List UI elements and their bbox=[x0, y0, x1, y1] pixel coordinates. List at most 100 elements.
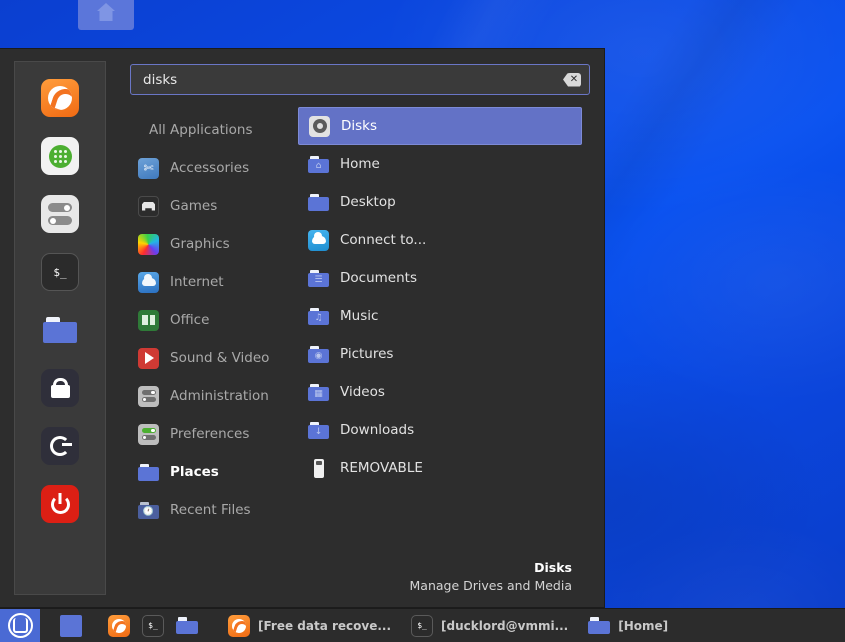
category-sound-and-video[interactable]: Sound & Video bbox=[130, 339, 298, 377]
pictures-folder-icon: ◉ bbox=[308, 344, 329, 365]
search-box[interactable]: ✕ bbox=[130, 64, 590, 95]
result-item-music[interactable]: ♫ Music bbox=[298, 297, 582, 335]
category-games[interactable]: Games bbox=[130, 187, 298, 225]
result-label: Downloads bbox=[340, 422, 415, 438]
launcher-firefox[interactable] bbox=[102, 609, 136, 642]
results-list: Disks ⌂ Home Desktop Connect to... ☰ Doc… bbox=[298, 105, 590, 560]
document-icon bbox=[138, 309, 159, 331]
folder-glyph bbox=[78, 0, 134, 30]
favorite-firefox[interactable] bbox=[38, 76, 82, 120]
terminal-icon: $_ bbox=[142, 614, 164, 637]
category-accessories[interactable]: ✄ Accessories bbox=[130, 149, 298, 187]
toggles-gray-icon bbox=[138, 385, 159, 407]
apps-grid-icon bbox=[41, 137, 79, 175]
window-button-files[interactable]: [Home] bbox=[578, 609, 678, 642]
result-item-removable[interactable]: REMOVABLE bbox=[298, 449, 582, 487]
space-invader-icon bbox=[138, 195, 159, 217]
desktop-folder-icon bbox=[308, 192, 329, 213]
color-wheel-icon bbox=[138, 233, 159, 255]
favorite-software-manager[interactable] bbox=[38, 134, 82, 178]
window-button-label: [Home] bbox=[618, 618, 669, 633]
category-office[interactable]: Office bbox=[130, 301, 298, 339]
favorite-files[interactable] bbox=[38, 308, 82, 352]
category-label: Accessories bbox=[170, 160, 250, 176]
window-button-terminal[interactable]: $_ [ducklord@vmmi... bbox=[401, 609, 578, 642]
result-item-pictures[interactable]: ◉ Pictures bbox=[298, 335, 582, 373]
favorite-system-settings[interactable] bbox=[38, 192, 82, 236]
category-preferences[interactable]: Preferences bbox=[130, 415, 298, 453]
favorite-terminal[interactable]: $_ bbox=[38, 250, 82, 294]
status-subtitle: Manage Drives and Media bbox=[409, 578, 572, 593]
scissors-icon: ✄ bbox=[138, 157, 159, 179]
result-item-downloads[interactable]: ↓ Downloads bbox=[298, 411, 582, 449]
favorite-logout[interactable] bbox=[38, 424, 82, 468]
menu-button[interactable] bbox=[0, 608, 40, 642]
category-graphics[interactable]: Graphics bbox=[130, 225, 298, 263]
home-folder-desktop-icon[interactable] bbox=[78, 0, 134, 38]
category-places[interactable]: Places bbox=[130, 453, 298, 491]
result-label: Disks bbox=[341, 118, 378, 134]
result-item-connect-to[interactable]: Connect to... bbox=[298, 221, 582, 259]
result-item-home[interactable]: ⌂ Home bbox=[298, 145, 582, 183]
category-label: Places bbox=[170, 464, 219, 480]
logout-icon bbox=[41, 427, 79, 465]
menu-main-pane: ✕ All Applications ✄ Accessories Games bbox=[106, 49, 604, 607]
home-folder-icon: ⌂ bbox=[308, 154, 329, 175]
launcher-files[interactable] bbox=[170, 609, 204, 642]
launcher-show-desktop[interactable] bbox=[54, 609, 88, 642]
downloads-folder-icon: ↓ bbox=[308, 420, 329, 441]
favorite-lock-screen[interactable] bbox=[38, 366, 82, 410]
toggles-green-icon bbox=[138, 423, 159, 445]
terminal-icon: $_ bbox=[41, 253, 79, 291]
folder-icon bbox=[588, 615, 611, 637]
firefox-icon bbox=[108, 614, 130, 637]
window-button-label: [ducklord@vmmi... bbox=[441, 618, 569, 633]
category-label: Preferences bbox=[170, 426, 250, 442]
category-all-applications[interactable]: All Applications bbox=[130, 111, 298, 149]
result-label: Pictures bbox=[340, 346, 394, 362]
folder-icon bbox=[176, 615, 198, 637]
category-label: Graphics bbox=[170, 236, 230, 252]
result-label: REMOVABLE bbox=[340, 460, 423, 476]
launcher-terminal[interactable]: $_ bbox=[136, 609, 170, 642]
window-icon bbox=[60, 614, 82, 637]
favorites-sidebar: $_ bbox=[14, 61, 106, 595]
backspace-clear-icon[interactable]: ✕ bbox=[563, 72, 581, 87]
result-label: Documents bbox=[340, 270, 417, 286]
result-item-videos[interactable]: ▦ Videos bbox=[298, 373, 582, 411]
cloud-connect-icon bbox=[308, 229, 329, 251]
category-label: Administration bbox=[170, 388, 269, 404]
result-item-desktop[interactable]: Desktop bbox=[298, 183, 582, 221]
documents-folder-icon: ☰ bbox=[308, 268, 329, 289]
window-button-label: [Free data recove... bbox=[258, 618, 392, 633]
cloud-icon bbox=[138, 271, 159, 293]
search-row: ✕ bbox=[118, 49, 590, 105]
application-menu-window: $_ ✕ All Applicatio bbox=[0, 48, 605, 608]
category-internet[interactable]: Internet bbox=[130, 263, 298, 301]
result-label: Home bbox=[340, 156, 380, 172]
folder-icon bbox=[41, 311, 79, 349]
result-label: Desktop bbox=[340, 194, 396, 210]
linux-mint-logo-icon bbox=[7, 613, 33, 638]
category-label: Games bbox=[170, 198, 218, 214]
favorite-quit[interactable] bbox=[38, 482, 82, 526]
firefox-icon bbox=[228, 614, 250, 637]
category-list: All Applications ✄ Accessories Games Gra… bbox=[130, 105, 298, 560]
category-label: Office bbox=[170, 312, 210, 328]
category-recent-files[interactable]: 🕐 Recent Files bbox=[130, 491, 298, 529]
result-label: Videos bbox=[340, 384, 385, 400]
status-footer: Disks Manage Drives and Media bbox=[118, 560, 590, 607]
status-title: Disks bbox=[534, 560, 572, 575]
firefox-icon bbox=[41, 79, 79, 117]
search-input[interactable] bbox=[143, 71, 563, 88]
window-button-firefox[interactable]: [Free data recove... bbox=[218, 609, 401, 642]
category-administration[interactable]: Administration bbox=[130, 377, 298, 415]
usb-drive-icon bbox=[308, 458, 329, 479]
power-icon bbox=[41, 485, 79, 523]
result-item-documents[interactable]: ☰ Documents bbox=[298, 259, 582, 297]
folder-icon bbox=[138, 462, 159, 483]
result-item-disks[interactable]: Disks bbox=[298, 107, 582, 145]
category-label: Sound & Video bbox=[170, 350, 270, 366]
play-icon bbox=[138, 347, 159, 369]
videos-folder-icon: ▦ bbox=[308, 382, 329, 403]
